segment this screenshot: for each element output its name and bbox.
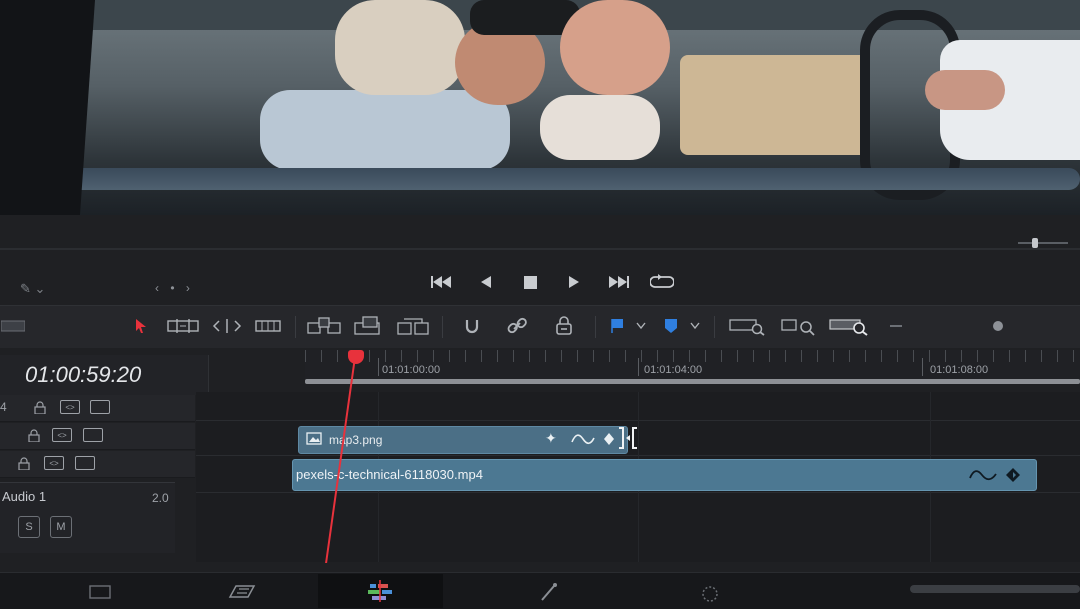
toolbar-separator bbox=[442, 316, 443, 338]
stop-icon[interactable] bbox=[518, 270, 542, 294]
video-track-header-4: 4 <> bbox=[0, 395, 195, 422]
ruler-label: 01:01:00:00 bbox=[382, 364, 441, 376]
flag-icon[interactable] bbox=[608, 314, 626, 338]
auto-select-icon[interactable]: <> bbox=[52, 428, 72, 442]
toolbar-separator bbox=[295, 316, 296, 338]
snapping-magnet-icon[interactable] bbox=[460, 314, 484, 338]
frame-car-door bbox=[20, 168, 1080, 190]
frame-seat bbox=[680, 55, 870, 155]
video-viewer[interactable] bbox=[0, 0, 1080, 215]
timeline-clip-image[interactable]: map3.png ✦ bbox=[298, 426, 628, 454]
fusion-page-icon[interactable] bbox=[528, 580, 568, 604]
insert-clip-icon[interactable] bbox=[306, 314, 342, 338]
selection-arrow-icon[interactable] bbox=[132, 314, 150, 338]
jump-to-start-icon[interactable] bbox=[430, 270, 454, 294]
track-enable-icon[interactable] bbox=[83, 428, 103, 442]
solo-button[interactable]: S bbox=[18, 516, 40, 538]
timeline-clip-video[interactable]: pexels-c-technical-6118030.mp4 bbox=[292, 459, 1037, 491]
dynamic-trim-icon[interactable] bbox=[210, 314, 244, 338]
ruler-ticks bbox=[305, 350, 1080, 362]
position-lock-icon[interactable] bbox=[552, 314, 576, 338]
frame-face-2 bbox=[560, 0, 670, 95]
video-track-header-2: <> bbox=[0, 451, 195, 478]
zoom-custom-icon[interactable] bbox=[828, 314, 870, 338]
jog-knob[interactable] bbox=[1032, 238, 1038, 248]
frame-headscarf bbox=[335, 0, 465, 95]
replace-clip-icon[interactable] bbox=[395, 314, 431, 338]
ruler-marker bbox=[922, 358, 923, 376]
panel-toggle-icon[interactable] bbox=[0, 314, 26, 338]
trim-edit-icon[interactable] bbox=[166, 314, 200, 338]
marker-dropdown-chevron-down-icon[interactable] bbox=[688, 314, 702, 338]
edit-toolbar bbox=[0, 305, 1080, 348]
timeline-horizontal-scrollbar[interactable] bbox=[910, 585, 1080, 593]
frame-shirt bbox=[260, 90, 510, 170]
keyframe-icon[interactable] bbox=[1005, 467, 1021, 486]
timeline-timecode[interactable]: 01:00:59:20 bbox=[25, 362, 141, 388]
viewer-scrub-bar[interactable] bbox=[0, 248, 1080, 250]
clip-name: pexels-c-technical-6118030.mp4 bbox=[296, 467, 483, 482]
toolbar-separator bbox=[595, 316, 596, 338]
curve-icon[interactable] bbox=[571, 430, 595, 451]
cut-page-icon[interactable] bbox=[222, 580, 262, 604]
auto-select-icon[interactable]: <> bbox=[44, 456, 64, 470]
play-reverse-icon[interactable] bbox=[474, 270, 498, 294]
track-enable-icon[interactable] bbox=[90, 400, 110, 414]
audio-track-volume[interactable]: 2.0 bbox=[152, 491, 169, 505]
ruler-marker bbox=[378, 358, 379, 376]
trim-handle-icon[interactable] bbox=[616, 426, 640, 453]
jog-control[interactable] bbox=[1018, 238, 1068, 248]
track-number: 4 bbox=[0, 400, 7, 414]
mute-button[interactable]: M bbox=[50, 516, 72, 538]
blade-icon[interactable] bbox=[254, 314, 282, 338]
color-page-icon[interactable] bbox=[690, 580, 730, 604]
zoom-detail-icon[interactable] bbox=[780, 314, 820, 338]
zoom-slider-handle[interactable] bbox=[990, 314, 1006, 338]
edit-page-icon[interactable] bbox=[318, 574, 443, 608]
viewer-edge bbox=[0, 0, 95, 215]
lock-icon[interactable] bbox=[34, 400, 46, 414]
loop-icon[interactable] bbox=[650, 270, 674, 294]
audio-track-name: Audio 1 bbox=[2, 489, 47, 504]
zoom-out-icon[interactable] bbox=[888, 314, 904, 338]
jog-track bbox=[1018, 242, 1068, 244]
frame-hand bbox=[925, 70, 1005, 110]
lock-icon[interactable] bbox=[28, 428, 40, 442]
image-icon bbox=[306, 432, 322, 448]
ruler-marker bbox=[638, 358, 639, 376]
keyframe-icon[interactable] bbox=[603, 432, 615, 449]
track-enable-icon[interactable] bbox=[75, 456, 95, 470]
ruler-label: 01:01:04:00 bbox=[644, 364, 703, 376]
curve-icon[interactable] bbox=[969, 466, 997, 487]
clip-navigation[interactable]: ‹ • › bbox=[155, 281, 194, 295]
linked-selection-icon[interactable] bbox=[505, 314, 529, 338]
ruler-label: 01:01:08:00 bbox=[930, 364, 989, 376]
jump-to-end-icon[interactable] bbox=[606, 270, 630, 294]
zoom-full-extent-icon[interactable] bbox=[728, 314, 768, 338]
pencil-icon[interactable]: ✎ ⌄ bbox=[20, 281, 45, 297]
overwrite-clip-icon[interactable] bbox=[352, 314, 386, 338]
marker-icon[interactable] bbox=[662, 314, 680, 338]
transport-controls bbox=[430, 268, 674, 296]
play-icon[interactable] bbox=[562, 270, 586, 294]
auto-select-icon[interactable]: <> bbox=[60, 400, 80, 414]
flag-dropdown-chevron-down-icon[interactable] bbox=[634, 314, 648, 338]
timeline-range-bar[interactable] bbox=[305, 379, 1080, 384]
media-page-icon[interactable] bbox=[80, 580, 120, 604]
clip-name: map3.png bbox=[329, 433, 383, 447]
toolbar-separator bbox=[714, 316, 715, 338]
effects-sparkle-icon[interactable]: ✦ bbox=[545, 430, 557, 447]
lock-icon[interactable] bbox=[18, 456, 30, 470]
frame-arm bbox=[540, 95, 660, 160]
video-track-header-3: <> bbox=[0, 423, 195, 450]
